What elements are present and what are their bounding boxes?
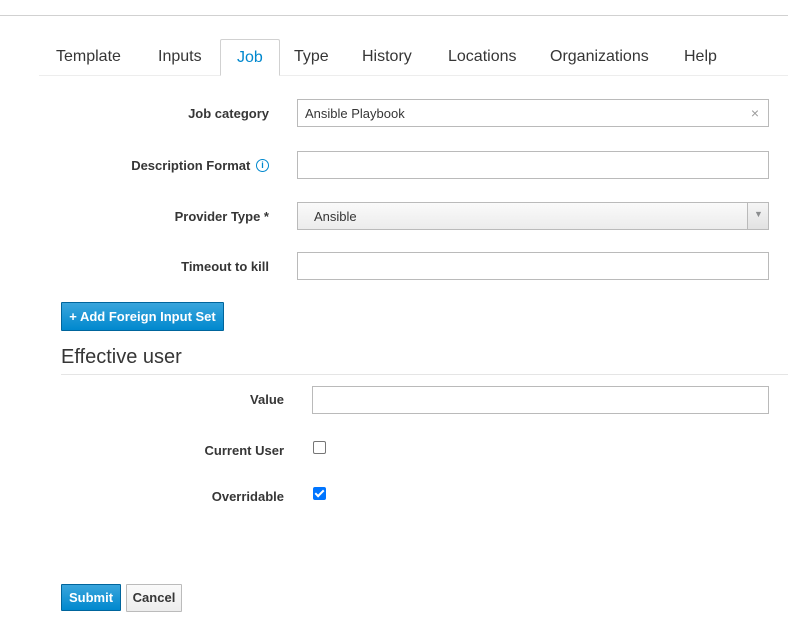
effective-user-value-input[interactable] [312, 386, 769, 414]
description-format-label: Description Format i [131, 158, 269, 173]
job-category-value: Ansible Playbook [305, 106, 405, 121]
tab-history[interactable]: History [346, 39, 428, 75]
add-foreign-input-set-button[interactable]: + Add Foreign Input Set [61, 302, 224, 331]
overridable-label: Overridable [211, 489, 284, 504]
tab-help[interactable]: Help [668, 39, 733, 75]
tab-template[interactable]: Template [40, 39, 137, 75]
provider-type-select[interactable]: Ansible ▼ [297, 202, 769, 230]
tab-type[interactable]: Type [278, 39, 345, 75]
tab-bar: Template Inputs Job Type History Locatio… [39, 39, 788, 76]
dropdown-arrow[interactable]: ▼ [747, 203, 768, 229]
tab-locations[interactable]: Locations [432, 39, 533, 75]
section-divider [61, 374, 788, 375]
job-category-label: Job category [188, 106, 269, 121]
job-category-select[interactable]: Ansible Playbook × [297, 99, 769, 127]
top-divider [0, 15, 788, 16]
tab-inputs[interactable]: Inputs [142, 39, 218, 75]
tab-job[interactable]: Job [220, 39, 280, 76]
provider-type-value: Ansible [314, 209, 357, 224]
description-format-label-text: Description Format [131, 158, 251, 173]
clear-icon[interactable]: × [751, 105, 759, 121]
current-user-checkbox[interactable] [313, 441, 326, 454]
info-icon[interactable]: i [256, 159, 269, 173]
description-format-input[interactable] [297, 151, 769, 179]
chevron-down-icon: ▼ [754, 209, 763, 219]
timeout-input[interactable] [297, 252, 769, 280]
value-label: Value [250, 392, 284, 407]
tab-organizations[interactable]: Organizations [534, 39, 665, 75]
overridable-checkbox[interactable] [313, 487, 326, 500]
cancel-button[interactable]: Cancel [126, 584, 182, 612]
current-user-label: Current User [204, 443, 284, 458]
submit-button[interactable]: Submit [61, 584, 121, 611]
provider-type-label: Provider Type * [174, 209, 269, 224]
timeout-label: Timeout to kill [181, 259, 269, 274]
effective-user-heading: Effective user [61, 346, 182, 368]
